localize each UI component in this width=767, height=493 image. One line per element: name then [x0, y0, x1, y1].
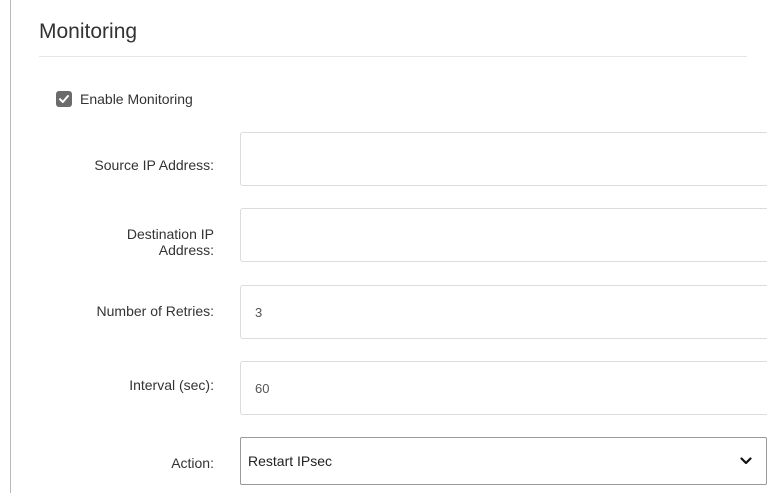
retries-input[interactable] [240, 285, 767, 339]
retries-label: Number of Retries: [96, 303, 214, 319]
action-label: Action: [171, 455, 214, 471]
interval-input[interactable] [240, 361, 767, 415]
action-selected-value: Restart IPsec [248, 453, 333, 469]
title-divider [39, 56, 747, 57]
destination-ip-input[interactable] [240, 208, 767, 262]
interval-label: Interval (sec): [129, 377, 214, 393]
source-ip-input[interactable] [240, 132, 767, 186]
monitoring-panel: Monitoring Enable Monitoring Source IP A… [0, 0, 767, 493]
checkmark-icon [59, 95, 69, 103]
section-title: Monitoring [39, 20, 138, 43]
enable-monitoring-label: Enable Monitoring [80, 91, 193, 107]
destination-ip-label-line1: Destination IP [126, 226, 214, 242]
panel-left-border [10, 0, 11, 493]
enable-monitoring-row[interactable]: Enable Monitoring [56, 91, 193, 107]
destination-ip-label: Destination IP Address: [44, 226, 214, 258]
action-select[interactable]: Restart IPsec [240, 437, 767, 485]
chevron-down-icon [740, 457, 752, 465]
source-ip-label: Source IP Address: [94, 157, 214, 173]
destination-ip-label-line2: Address: [158, 242, 214, 258]
enable-monitoring-checkbox[interactable] [56, 91, 72, 107]
